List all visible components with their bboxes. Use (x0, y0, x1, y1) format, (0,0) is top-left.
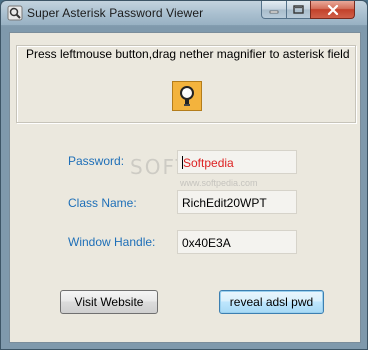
password-value: Softpedia (183, 156, 234, 170)
reveal-password-button[interactable]: reveal adsl pwd (219, 290, 324, 314)
window-title: Super Asterisk Password Viewer (27, 6, 204, 20)
window-handle-label: Window Handle: (68, 235, 156, 249)
class-name-label: Class Name: (68, 196, 137, 210)
close-icon (327, 4, 338, 15)
visit-website-button[interactable]: Visit Website (60, 290, 158, 314)
password-field[interactable]: Softpedia (177, 150, 297, 174)
close-button[interactable] (310, 1, 355, 19)
app-icon (7, 5, 23, 21)
minimize-button[interactable] (261, 1, 287, 19)
window-handle-value: 0x40E3A (182, 236, 231, 250)
magnifier-icon (180, 86, 194, 106)
watermark-url: www.softpedia.com (180, 178, 258, 188)
magnifier-drag-handle[interactable] (172, 81, 202, 111)
password-label: Password: (68, 154, 125, 168)
window-handle-field[interactable]: 0x40E3A (177, 230, 297, 254)
minimize-icon (269, 10, 279, 13)
app-window: Super Asterisk Password Viewer Press lef… (0, 0, 368, 350)
client-area: Press leftmouse button,drag nether magni… (9, 32, 361, 343)
class-name-value: RichEdit20WPT (182, 196, 267, 210)
maximize-icon (293, 5, 304, 14)
maximize-button[interactable] (286, 1, 311, 19)
class-name-field[interactable]: RichEdit20WPT (177, 190, 297, 214)
title-bar[interactable]: Super Asterisk Password Viewer (1, 1, 367, 25)
instruction-text: Press leftmouse button,drag nether magni… (26, 47, 350, 61)
